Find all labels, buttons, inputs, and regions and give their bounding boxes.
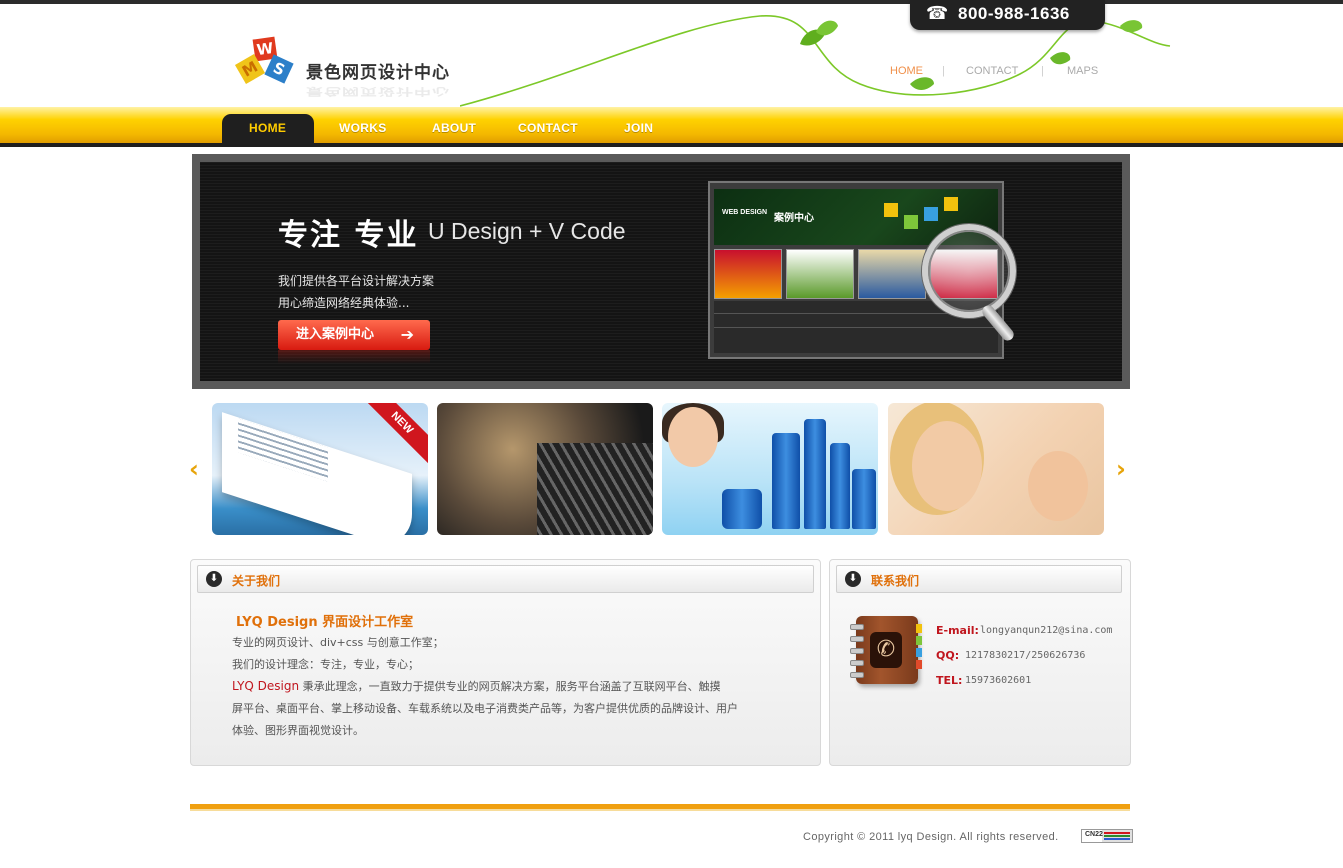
top-nav-separator: | xyxy=(942,65,945,77)
about-heading: 关于我们 xyxy=(232,574,281,588)
about-text-line: 我们的设计理念：专注，专业，专心； xyxy=(232,658,419,671)
tel-label: TEL: xyxy=(936,674,963,687)
email-value[interactable]: longyanqun212@sina.com xyxy=(980,625,1112,636)
banner-title: 专注 专业 xyxy=(278,218,419,253)
new-badge: NEW xyxy=(359,403,428,466)
logo-text-reflection: 景色网页设计中心 xyxy=(306,85,450,97)
magnifier-icon xyxy=(922,224,1016,318)
top-nav-maps[interactable]: MAPS xyxy=(1067,65,1098,77)
about-text-line-rest: 秉承此理念，一直致力于提供专业的网页解决方案，服务平台涵盖了互联网平台、触摸 xyxy=(299,680,721,693)
cn22-badge[interactable]: CN22 xyxy=(1081,829,1133,843)
nav-contact[interactable]: CONTACT xyxy=(518,121,578,135)
banner-inner: 专注 专业 U Design + V Code 我们提供各平台设计解决方案 用心… xyxy=(200,162,1122,381)
top-nav-contact[interactable]: CONTACT xyxy=(966,65,1018,77)
carousel-image-pearls[interactable] xyxy=(437,403,653,535)
nav-home[interactable]: HOME xyxy=(249,121,286,135)
model-face xyxy=(668,407,718,467)
telephone-icon: ☎ xyxy=(926,3,949,24)
carousel-image-cosmetics[interactable] xyxy=(662,403,878,535)
copyright-text: Copyright © 2011 lyq Design. All rights … xyxy=(803,831,1059,843)
mother-face xyxy=(912,421,982,511)
contact-heading: 联系我们 xyxy=(871,574,920,588)
qq-label: QQ: xyxy=(936,649,960,662)
contact-panel-header: ⬇ 联系我们 xyxy=(836,565,1122,593)
main-nav-bar xyxy=(0,107,1343,143)
cube-icon xyxy=(884,203,898,217)
cube-icon xyxy=(924,207,938,221)
baby-face xyxy=(1028,451,1088,521)
chevron-right-icon[interactable]: › xyxy=(1116,455,1126,483)
phone-number: 800-988-1636 xyxy=(958,4,1070,23)
bottle xyxy=(722,489,762,529)
cube-icon xyxy=(944,197,958,211)
about-brand: LYQ Design xyxy=(232,679,300,693)
top-nav-separator: | xyxy=(1041,65,1044,77)
about-text-line: 专业的网页设计、div+css 与创意工作室； xyxy=(232,636,444,649)
about-text-line: 体验、图形界面视觉设计。 xyxy=(232,724,364,737)
about-text-line: 屏平台、桌面平台、掌上移动设备、车载系统以及电子消费类产品等，为客户提供优质的品… xyxy=(232,702,738,715)
arrow-down-circle-icon: ⬇ xyxy=(206,571,222,587)
arrow-right-icon: ➔ xyxy=(400,325,414,344)
main-nav-underline xyxy=(0,143,1343,147)
leaf xyxy=(1050,52,1071,65)
screen-thumbnail xyxy=(786,249,854,299)
bottle xyxy=(852,469,876,529)
badge-label: CN22 xyxy=(1085,831,1103,838)
banner-text-line: 用心缔造网络经典体验... xyxy=(278,296,410,310)
banner-subtitle: U Design + V Code xyxy=(428,218,626,244)
screen-title: 案例中心 xyxy=(774,213,814,224)
screen-thumbnail xyxy=(714,249,782,299)
button-reflection xyxy=(278,350,430,364)
leaf xyxy=(910,77,934,90)
case-center-button-label: 进入案例中心 xyxy=(296,327,375,342)
logo-text: 景色网页设计中心 xyxy=(306,63,450,83)
nav-about[interactable]: ABOUT xyxy=(432,121,476,135)
leaf xyxy=(1120,20,1143,33)
screen-thumbnail xyxy=(858,249,926,299)
nav-works[interactable]: WORKS xyxy=(339,121,387,135)
carousel-image-ship[interactable]: NEW xyxy=(212,403,428,535)
footer-divider-light xyxy=(190,809,1130,811)
qq-value: 1217830217/250626736 xyxy=(965,650,1086,661)
about-text-line: LYQ Design 秉承此理念，一直致力于提供专业的网页解决方案，服务平台涵盖… xyxy=(232,678,721,694)
phone-tab: ☎ 800-988-1636 xyxy=(910,0,1105,30)
banner-text-line: 我们提供各平台设计解决方案 xyxy=(278,274,435,288)
site-logo[interactable]: W M S 景色网页设计中心 景色网页设计中心 xyxy=(234,36,466,106)
bottle xyxy=(772,433,800,529)
address-book-icon: ✆ xyxy=(850,616,922,686)
about-title: LYQ Design 界面设计工作室 xyxy=(236,615,414,630)
bottle xyxy=(830,443,850,529)
cube-icon xyxy=(904,215,918,229)
about-panel-header: ⬇ 关于我们 xyxy=(197,565,814,593)
top-nav-home[interactable]: HOME xyxy=(890,65,923,77)
telephone-icon: ✆ xyxy=(870,632,902,668)
case-center-button[interactable]: 进入案例中心 ➔ xyxy=(278,320,430,350)
nav-join[interactable]: JOIN xyxy=(624,121,653,135)
email-label: E-mail: xyxy=(936,624,979,637)
chevron-left-icon[interactable]: ‹ xyxy=(189,455,199,483)
arrow-down-circle-icon: ⬇ xyxy=(845,571,861,587)
hero-banner: 专注 专业 U Design + V Code 我们提供各平台设计解决方案 用心… xyxy=(192,154,1130,389)
tel-value: 15973602601 xyxy=(965,675,1032,686)
carousel-image-mother-child[interactable] xyxy=(888,403,1104,535)
bottle xyxy=(804,419,826,529)
leaf xyxy=(816,20,838,36)
screen-logo: WEB DESIGN xyxy=(722,209,768,216)
